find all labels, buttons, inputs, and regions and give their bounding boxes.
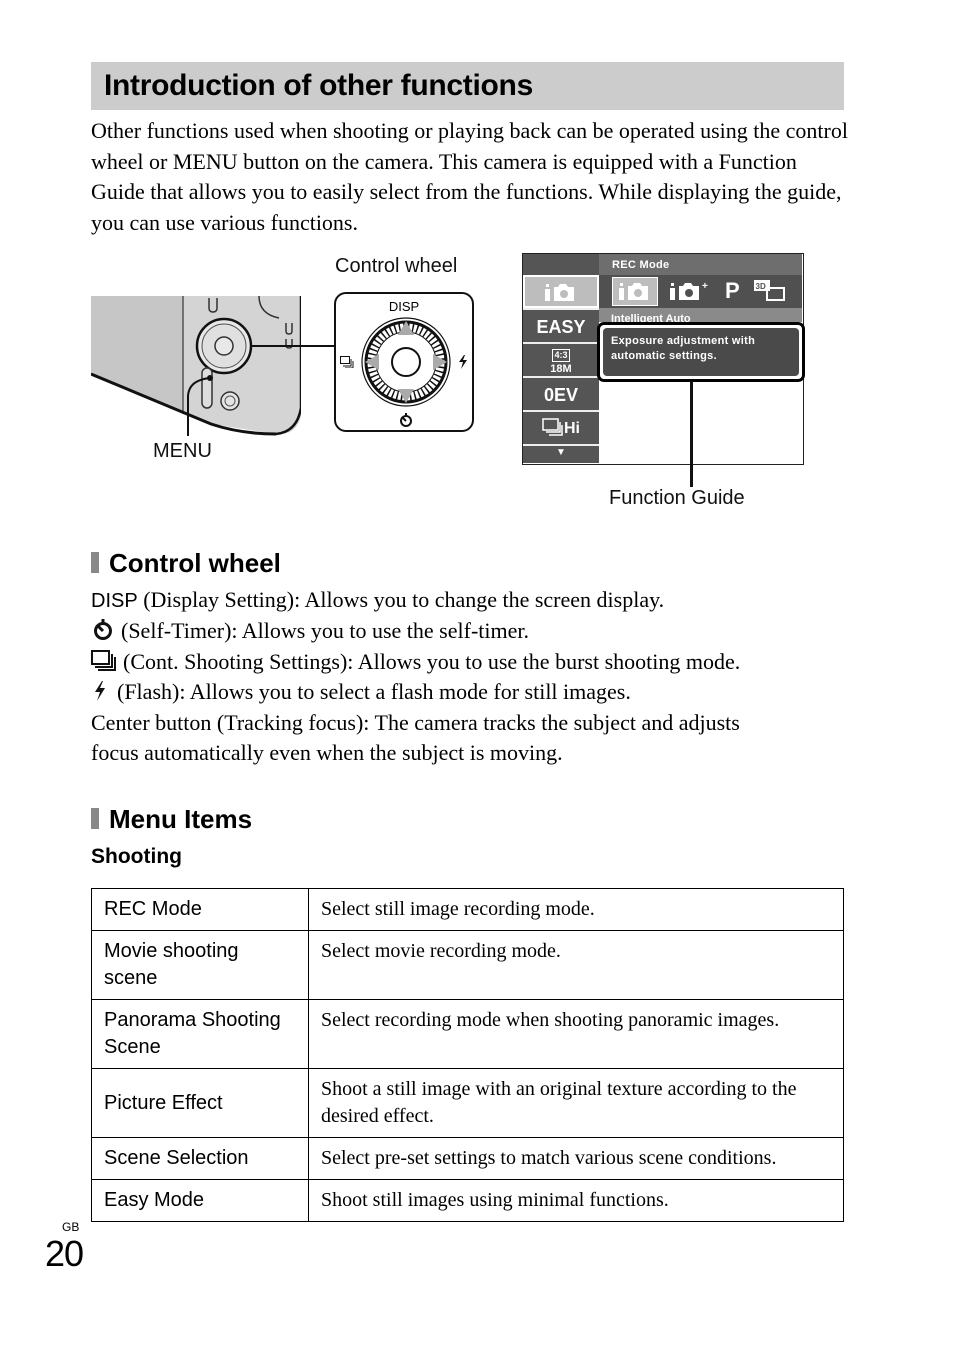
center-button-description-1: Center button (Tracking focus): The came… xyxy=(91,709,740,735)
section-marker xyxy=(91,808,99,829)
table-row: Movie shooting scene Select movie record… xyxy=(91,930,844,1000)
table-row: Easy Mode Shoot still images using minim… xyxy=(91,1179,844,1222)
flash-icon xyxy=(95,681,105,702)
side-menu-item-easy[interactable]: EASY xyxy=(523,308,599,342)
menu-item-name: Easy Mode xyxy=(91,1179,309,1222)
mode-program[interactable]: P xyxy=(725,278,740,304)
control-wheel-heading: Control wheel xyxy=(91,548,281,579)
self-timer-icon xyxy=(94,619,112,641)
mode-name: Intelligent Auto xyxy=(599,308,802,322)
table-row: Panorama Shooting Scene Select recording… xyxy=(91,999,844,1069)
rec-mode-header: REC Mode xyxy=(599,254,802,275)
control-wheel-callout: Control wheel xyxy=(335,255,458,277)
svg-text:+: + xyxy=(702,281,708,292)
center-button-description-2: focus automatically even when the subjec… xyxy=(91,740,563,766)
menu-item-description: Select recording mode when shooting pano… xyxy=(308,999,844,1069)
menu-item-description: Select still image recording mode. xyxy=(308,888,844,931)
intro-paragraph: Other functions used when shooting or pl… xyxy=(91,118,848,235)
cont-shooting-description: (Cont. Shooting Settings): Allows you to… xyxy=(91,647,851,677)
language-code: GB xyxy=(62,1220,80,1234)
function-guide-callout: Function Guide xyxy=(609,487,745,509)
control-wheel-descriptions: DISP (Display Setting): Allows you to ch… xyxy=(91,585,851,768)
rec-mode-options: + P 3D xyxy=(599,275,802,308)
menu-item-name: Scene Selection xyxy=(91,1137,309,1180)
self-timer-icon xyxy=(400,413,412,427)
disp-description: DISP (Display Setting): Allows you to ch… xyxy=(91,587,665,612)
camera-back-illustration xyxy=(91,296,301,436)
guide-text-line-1: Exposure adjustment with xyxy=(611,335,756,347)
menu-item-description: Shoot a still image with an original tex… xyxy=(308,1068,844,1138)
menu-item-description: Select pre-set settings to match various… xyxy=(308,1137,844,1180)
control-wheel-diagram: DISP xyxy=(334,292,474,432)
menu-item-name: Picture Effect xyxy=(91,1068,309,1138)
guide-text-line-2: automatic settings. xyxy=(611,350,717,362)
section-marker xyxy=(91,552,99,573)
shooting-subheading: Shooting xyxy=(91,845,182,868)
superior-auto-icon[interactable]: + xyxy=(669,280,713,304)
shooting-menu-table: REC Mode Select still image recording mo… xyxy=(91,888,844,1222)
image-size-label: 18M xyxy=(550,363,572,375)
function-guide-pointer-line xyxy=(690,381,693,487)
menu-item-description: Shoot still images using minimal functio… xyxy=(308,1179,844,1222)
3d-mode-icon[interactable]: 3D xyxy=(753,279,787,303)
aspect-ratio-label: 4:3 xyxy=(552,349,570,362)
menu-item-name: Movie shooting scene xyxy=(91,930,309,1000)
self-timer-description: (Self-Timer): Allows you to use the self… xyxy=(91,616,851,646)
table-row: Scene Selection Select pre-set settings … xyxy=(91,1137,844,1180)
menu-items-heading: Menu Items xyxy=(91,804,252,835)
menu-callout: MENU xyxy=(153,440,212,462)
flash-description: (Flash): Allows you to select a flash mo… xyxy=(91,677,851,707)
page-title: Introduction of other functions xyxy=(104,69,533,102)
svg-text:3D: 3D xyxy=(756,282,766,291)
side-menu-item-drive-mode[interactable]: Hi xyxy=(523,410,599,444)
wheel-connector-line xyxy=(300,345,335,347)
page-number: 20 xyxy=(45,1233,84,1274)
mode-intelligent-auto[interactable] xyxy=(612,277,658,306)
screen-side-menu: EASY 4:3 18M 0EV Hi ▼ xyxy=(523,254,599,463)
function-guide-screen: EASY 4:3 18M 0EV Hi ▼ REC Mode + P 3D In… xyxy=(522,253,805,465)
function-guide-box: Exposure adjustment with automatic setti… xyxy=(597,322,805,382)
intelligent-auto-icon xyxy=(545,284,574,301)
menu-item-name: REC Mode xyxy=(91,888,309,931)
side-menu-item-ev[interactable]: 0EV xyxy=(523,376,599,410)
burst-hi-icon xyxy=(542,418,563,436)
menu-item-name: Panorama Shooting Scene xyxy=(91,999,309,1069)
flash-icon xyxy=(459,355,467,369)
menu-item-description: Select movie recording mode. xyxy=(308,930,844,1000)
burst-hi-label: Hi xyxy=(564,420,580,437)
disp-label: DISP xyxy=(91,590,138,612)
cont-shooting-icon xyxy=(91,649,116,671)
title-bar: Introduction of other functions xyxy=(91,62,844,110)
table-row: REC Mode Select still image recording mo… xyxy=(91,888,844,931)
control-wheel-dial xyxy=(361,317,451,407)
scroll-down-icon[interactable]: ▼ xyxy=(523,444,599,463)
intelligent-auto-icon xyxy=(619,283,648,300)
table-row: Picture Effect Shoot a still image with … xyxy=(91,1068,844,1138)
cont-shooting-icon xyxy=(340,356,354,368)
side-menu-item-intelligent-auto[interactable] xyxy=(523,275,599,308)
side-menu-item-image-size[interactable]: 4:3 18M xyxy=(523,342,599,376)
